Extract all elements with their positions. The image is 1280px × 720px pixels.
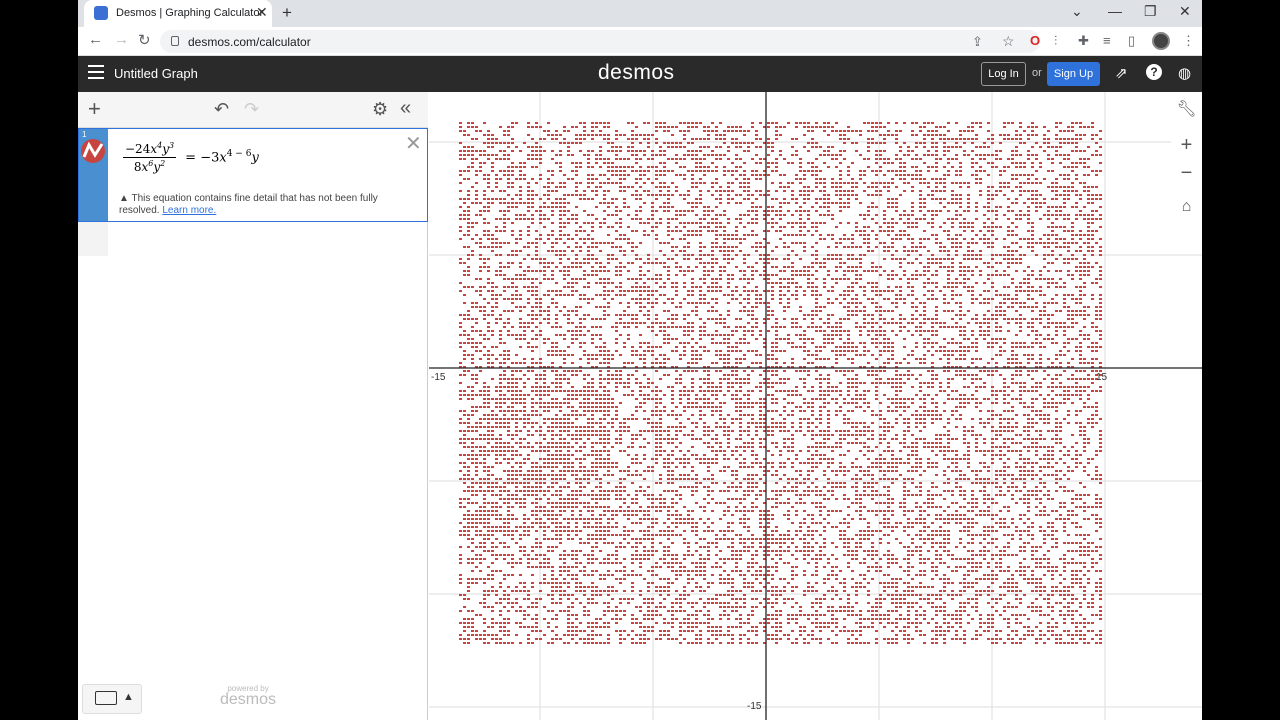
desmos-favicon-icon: [94, 6, 108, 20]
powered-by-brand: desmos: [220, 691, 277, 708]
add-item-icon[interactable]: +: [88, 96, 101, 122]
y-den-exp: 2: [160, 159, 166, 168]
y-num-exp: 3: [168, 141, 175, 150]
forward-icon[interactable]: →: [114, 31, 129, 48]
rhs-coef: = −3: [185, 150, 220, 166]
bookmark-star-icon[interactable]: ☆: [1002, 33, 1015, 50]
graph-paper[interactable]: -15 15 -15 🔧︎ + − ⌂: [429, 92, 1202, 720]
extensions-puzzle-icon[interactable]: ✚: [1078, 33, 1089, 49]
signup-button[interactable]: Sign Up: [1047, 62, 1100, 86]
login-button[interactable]: Log In: [981, 62, 1026, 86]
wrench-icon[interactable]: 🔧︎: [1171, 95, 1202, 125]
home-icon[interactable]: ⌂: [1171, 192, 1202, 222]
graph-color-icon[interactable]: [81, 139, 105, 163]
implicit-plot-dots: [459, 122, 1102, 644]
share-icon[interactable]: ⇪: [972, 34, 983, 50]
keyboard-icon: [95, 691, 117, 705]
back-icon[interactable]: ←: [88, 31, 103, 48]
close-window-icon[interactable]: ✕: [1179, 3, 1191, 20]
warning-icon: ▲: [119, 193, 129, 204]
tab-search-icon[interactable]: ⌄: [1071, 3, 1083, 20]
equation-math[interactable]: −24x4y3 8x6y2 = −3x4 − 6y: [123, 141, 259, 174]
graph-canvas[interactable]: -15 15 -15: [429, 92, 1202, 720]
expression-toolbar: + ↶ ↷ ⚙ «: [78, 92, 428, 128]
or-label: or: [1032, 67, 1042, 79]
reading-list-icon[interactable]: ≡: [1103, 33, 1111, 48]
url-text: desmos.com/calculator: [188, 35, 311, 49]
caret-up-icon: ▲: [123, 691, 134, 703]
x-max-label: 15: [1096, 372, 1108, 383]
desmos-header: Untitled Graph desmos Log In or Sign Up …: [78, 56, 1202, 92]
close-tab-icon[interactable]: ✕: [256, 4, 268, 21]
lock-icon: [171, 36, 179, 46]
redo-icon[interactable]: ↷: [244, 99, 259, 120]
fine-detail-warning: ▲ This equation contains fine detail tha…: [119, 193, 399, 217]
help-icon[interactable]: ?: [1146, 64, 1162, 80]
learn-more-link[interactable]: Learn more.: [162, 205, 216, 216]
zoom-out-icon[interactable]: −: [1171, 158, 1202, 188]
browser-tab[interactable]: Desmos | Graphing Calculator ✕: [84, 0, 272, 27]
menu-kebab-icon[interactable]: ⋮: [1182, 33, 1195, 49]
collapse-panel-icon[interactable]: «: [400, 97, 411, 120]
y-min-label: -15: [747, 701, 762, 712]
x-min-label: -15: [431, 372, 446, 383]
equalizer-extension-icon[interactable]: ⫶: [1054, 33, 1057, 49]
restore-icon[interactable]: ❐: [1144, 3, 1157, 20]
expression-tab[interactable]: 1: [79, 129, 108, 221]
warning-text: This equation contains fine detail that …: [119, 193, 378, 216]
tab-strip: Desmos | Graphing Calculator ✕ + ⌄ — ❐ ✕: [78, 0, 1202, 27]
side-panel-icon[interactable]: ▯: [1128, 33, 1135, 49]
share-graph-icon[interactable]: ⇗: [1115, 64, 1128, 82]
opera-extension-icon[interactable]: O: [1030, 33, 1040, 48]
new-expression-row[interactable]: [78, 222, 108, 256]
desmos-logo: desmos: [598, 61, 675, 84]
rhs-x-exp: 4 − 6: [226, 149, 252, 160]
minimize-icon[interactable]: —: [1108, 3, 1122, 19]
browser-toolbar: ← → ↻ desmos.com/calculator ⇪ ☆ O ⫶ ✚ ≡ …: [78, 27, 1202, 56]
den-coef: 8: [133, 160, 142, 174]
expression-index: 1: [82, 130, 87, 139]
expression-panel: + ↶ ↷ ⚙ « 1 −24x4y3 8x6y2 = −3x4 − 6y ✕: [78, 92, 428, 720]
plot-region: [459, 122, 1102, 644]
expression-item[interactable]: 1 −24x4y3 8x6y2 = −3x4 − 6y ✕ ▲ This equ…: [78, 128, 428, 222]
tab-title: Desmos | Graphing Calculator: [116, 7, 264, 19]
graph-tools: 🔧︎ + − ⌂: [1171, 92, 1202, 232]
profile-avatar[interactable]: [1152, 32, 1170, 50]
powered-by-desmos[interactable]: powered by desmos: [220, 684, 276, 709]
graph-title[interactable]: Untitled Graph: [114, 66, 198, 81]
browser-window: Desmos | Graphing Calculator ✕ + ⌄ — ❐ ✕…: [78, 0, 1202, 720]
hamburger-menu-icon[interactable]: [88, 65, 104, 79]
undo-icon[interactable]: ↶: [214, 99, 229, 120]
gear-icon[interactable]: ⚙: [372, 99, 388, 120]
address-bar[interactable]: desmos.com/calculator ⇪ ☆: [160, 30, 1040, 53]
reload-icon[interactable]: ↻: [138, 31, 151, 49]
x-num-exp: 4: [157, 141, 163, 150]
x-den-exp: 6: [148, 159, 154, 168]
new-tab-button[interactable]: +: [282, 3, 292, 23]
language-globe-icon[interactable]: ◍: [1178, 64, 1191, 82]
num-coef: −24: [125, 142, 151, 156]
zoom-in-icon[interactable]: +: [1171, 130, 1202, 160]
delete-expression-icon[interactable]: ✕: [405, 131, 422, 156]
keyboard-toggle-button[interactable]: ▲: [82, 684, 142, 714]
